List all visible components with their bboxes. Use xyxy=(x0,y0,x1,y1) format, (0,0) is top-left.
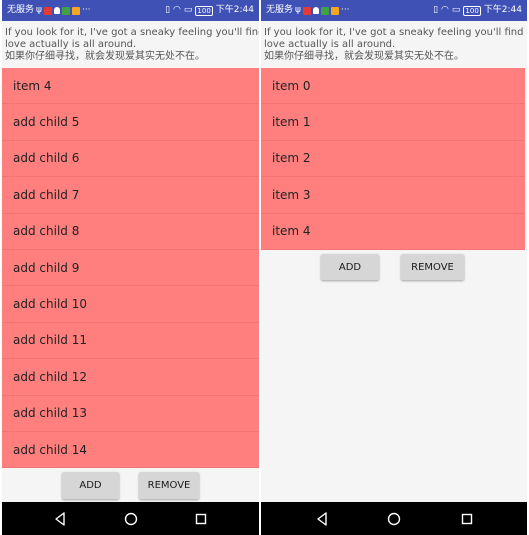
description-text: If you look for it, I've got a sneaky fe… xyxy=(5,27,259,63)
list-item[interactable]: item 0 xyxy=(261,68,525,105)
description-line-2: love actually is all around. xyxy=(5,39,137,50)
description-text: If you look for it, I've got a sneaky fe… xyxy=(264,27,527,63)
home-circle-icon[interactable] xyxy=(382,507,406,531)
list-item[interactable]: add child 5 xyxy=(2,104,259,141)
battery-icon: 100 xyxy=(195,5,213,16)
description-line-3: 如果你仔细寻找，就会发现爱其实无处不在。 xyxy=(264,51,464,62)
app-notification-icon xyxy=(330,6,339,15)
sim-icon: ▭ xyxy=(451,5,461,15)
list-item[interactable]: item 4 xyxy=(261,213,525,250)
description-line-1: If you look for it, I've got a sneaky fe… xyxy=(264,27,527,38)
list-item[interactable]: add child 8 xyxy=(2,213,259,250)
remove-button[interactable]: REMOVE xyxy=(401,254,464,280)
list-item[interactable]: add child 6 xyxy=(2,140,259,178)
left-phone-screen: 无服务 ψ ··· ▯ ◠ ▭ 100 下午2:44 If you look f… xyxy=(2,0,259,535)
carrier-text: 无服务 xyxy=(7,5,35,15)
android-icon xyxy=(320,6,329,15)
notification-app-icon xyxy=(302,6,311,15)
list-item[interactable]: item 2 xyxy=(261,140,525,178)
wifi-icon: ◠ xyxy=(441,5,449,15)
navigation-bar xyxy=(261,502,527,535)
app-notification-icon xyxy=(71,6,80,15)
more-notifications-icon: ··· xyxy=(81,5,91,15)
status-bar: 无服务 ψ ··· ▯ ◠ ▭ 100 下午2:44 xyxy=(261,0,527,21)
list-item[interactable]: add child 14 xyxy=(2,431,259,469)
list-item[interactable]: add child 10 xyxy=(2,286,259,323)
battery-icon: 100 xyxy=(463,5,481,16)
description-line-2: love actually is all around. xyxy=(264,39,396,50)
notification-app-icon xyxy=(43,6,52,15)
back-triangle-icon[interactable] xyxy=(48,507,72,531)
remove-button[interactable]: REMOVE xyxy=(139,472,199,499)
right-phone-screen: 无服务 ψ ··· ▯ ◠ ▭ 100 下午2:44 If you look f… xyxy=(261,0,527,535)
recents-square-icon[interactable] xyxy=(455,507,479,531)
clock-text: 下午2:44 xyxy=(215,5,254,15)
vibrate-icon: ▯ xyxy=(433,5,439,15)
back-triangle-icon[interactable] xyxy=(310,507,334,531)
user-icon xyxy=(53,7,60,14)
recents-square-icon[interactable] xyxy=(189,507,213,531)
list-item[interactable]: item 4 xyxy=(2,68,259,105)
usb-icon: ψ xyxy=(36,5,42,15)
list-item[interactable]: add child 9 xyxy=(2,249,259,287)
item-list[interactable]: item 0 item 1 item 2 item 3 item 4 xyxy=(261,68,525,250)
add-button[interactable]: ADD xyxy=(62,472,119,499)
add-button[interactable]: ADD xyxy=(321,254,379,280)
navigation-bar xyxy=(2,502,259,535)
usb-icon: ψ xyxy=(295,5,301,15)
user-icon xyxy=(312,7,319,14)
sim-icon: ▭ xyxy=(183,5,193,15)
description-line-1: If you look for it, I've got a sneaky fe… xyxy=(5,27,259,38)
status-bar: 无服务 ψ ··· ▯ ◠ ▭ 100 下午2:44 xyxy=(2,0,259,21)
list-item[interactable]: add child 11 xyxy=(2,322,259,360)
list-item[interactable]: item 1 xyxy=(261,104,525,141)
item-list[interactable]: item 4 add child 5 add child 6 add child… xyxy=(2,68,259,469)
list-item[interactable]: add child 12 xyxy=(2,359,259,396)
more-notifications-icon: ··· xyxy=(340,5,350,15)
android-icon xyxy=(61,6,70,15)
vibrate-icon: ▯ xyxy=(165,5,171,15)
clock-text: 下午2:44 xyxy=(483,5,522,15)
list-item[interactable]: add child 13 xyxy=(2,395,259,432)
carrier-text: 无服务 xyxy=(266,5,294,15)
home-circle-icon[interactable] xyxy=(119,507,143,531)
description-line-3: 如果你仔细寻找，就会发现爱其实无处不在。 xyxy=(5,51,205,62)
list-item[interactable]: add child 7 xyxy=(2,177,259,214)
list-item[interactable]: item 3 xyxy=(261,177,525,214)
wifi-icon: ◠ xyxy=(173,5,181,15)
